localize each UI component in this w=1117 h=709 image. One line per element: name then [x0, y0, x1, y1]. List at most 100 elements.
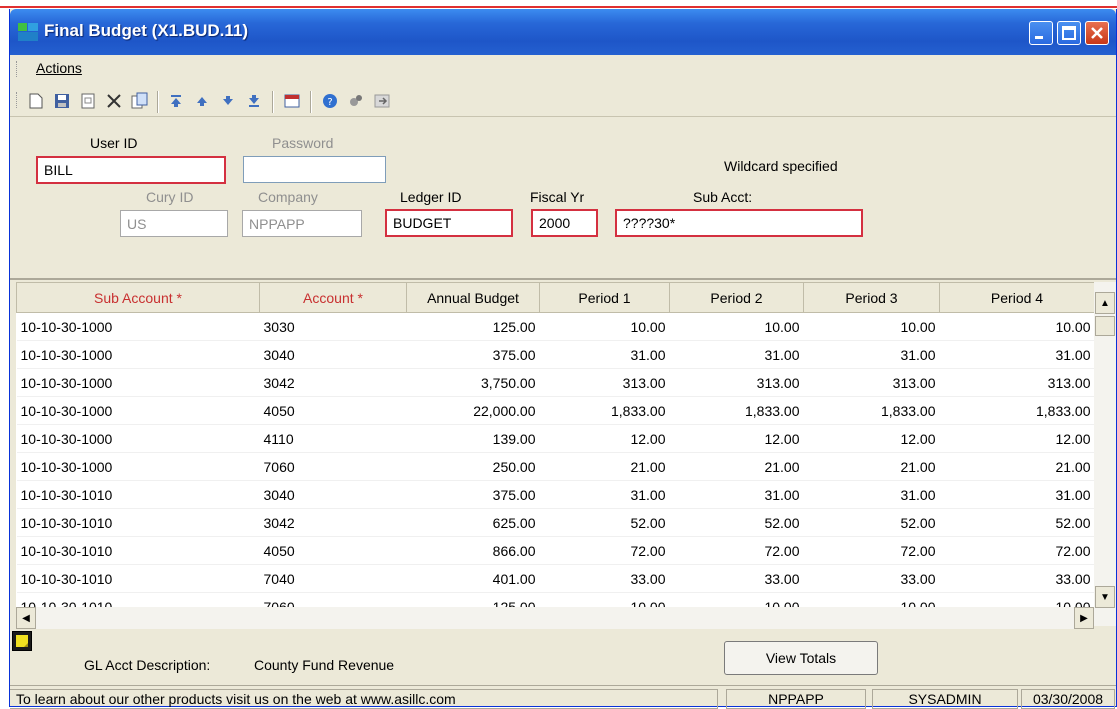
table-cell[interactable]: 3042: [259, 508, 407, 537]
table-cell[interactable]: 31.00: [669, 480, 804, 509]
table-cell[interactable]: 52.00: [803, 508, 940, 537]
table-cell[interactable]: 313.00: [939, 368, 1094, 397]
column-header[interactable]: Period 4: [939, 282, 1094, 313]
table-row[interactable]: 10-10-30-1010 4050 866.00 72.00 72.00 72.00 72…: [16, 536, 1094, 565]
table-cell[interactable]: 10-10-30-1000: [16, 340, 260, 369]
table-cell[interactable]: 375.00: [406, 480, 540, 509]
table-cell[interactable]: 10.00: [539, 312, 670, 341]
table-cell[interactable]: 33.00: [539, 564, 670, 593]
table-row[interactable]: 10-10-30-1010 7040 401.00 33.00 33.00 33.00 33…: [16, 564, 1094, 593]
table-cell[interactable]: 3040: [259, 340, 407, 369]
table-cell[interactable]: 4050: [259, 396, 407, 425]
scroll-left-icon[interactable]: ◀: [16, 607, 36, 629]
table-cell[interactable]: 33.00: [803, 564, 940, 593]
table-cell[interactable]: 22,000.00: [406, 396, 540, 425]
table-row[interactable]: 10-10-30-1000 3030 125.00 10.00 10.00 10.00 10…: [16, 312, 1094, 341]
table-cell[interactable]: 4110: [259, 424, 407, 453]
table-cell[interactable]: 1,833.00: [939, 396, 1094, 425]
table-cell[interactable]: 72.00: [803, 536, 940, 565]
next-record-icon[interactable]: [218, 91, 238, 111]
table-cell[interactable]: 10-10-30-1000: [16, 312, 260, 341]
column-header[interactable]: Period 3: [803, 282, 940, 313]
previous-record-icon[interactable]: [192, 91, 212, 111]
table-cell[interactable]: 3040: [259, 480, 407, 509]
table-cell[interactable]: 10.00: [669, 312, 804, 341]
table-cell[interactable]: 72.00: [539, 536, 670, 565]
close-button[interactable]: [1085, 21, 1109, 45]
table-row[interactable]: 10-10-30-1000 4110 139.00 12.00 12.00 12.00 12…: [16, 424, 1094, 453]
table-row[interactable]: 10-10-30-1000 7060 250.00 21.00 21.00 21.00 21…: [16, 452, 1094, 481]
table-cell[interactable]: 313.00: [539, 368, 670, 397]
table-cell[interactable]: 21.00: [669, 452, 804, 481]
table-cell[interactable]: 139.00: [406, 424, 540, 453]
view-totals-button[interactable]: View Totals: [724, 641, 878, 675]
column-header[interactable]: Period 1: [539, 282, 670, 313]
table-cell[interactable]: 12.00: [939, 424, 1094, 453]
table-cell[interactable]: 31.00: [939, 480, 1094, 509]
scroll-right-icon[interactable]: ▶: [1074, 607, 1094, 629]
table-cell[interactable]: 10-10-30-1000: [16, 452, 260, 481]
table-cell[interactable]: 3,750.00: [406, 368, 540, 397]
table-cell[interactable]: 52.00: [539, 508, 670, 537]
table-cell[interactable]: 33.00: [669, 564, 804, 593]
first-record-icon[interactable]: [166, 91, 186, 111]
table-cell[interactable]: 10-10-30-1010: [16, 508, 260, 537]
table-row[interactable]: 10-10-30-1000 3040 375.00 31.00 31.00 31.00 31…: [16, 340, 1094, 369]
table-cell[interactable]: 31.00: [539, 340, 670, 369]
table-cell[interactable]: 21.00: [803, 452, 940, 481]
table-cell[interactable]: 10.00: [803, 312, 940, 341]
table-cell[interactable]: 31.00: [803, 480, 940, 509]
cury-id-field[interactable]: [120, 210, 228, 237]
table-cell[interactable]: 3042: [259, 368, 407, 397]
new-icon[interactable]: [26, 91, 46, 111]
table-cell[interactable]: 10-10-30-1010: [16, 480, 260, 509]
table-cell[interactable]: 10.00: [939, 312, 1094, 341]
table-cell[interactable]: 72.00: [939, 536, 1094, 565]
table-cell[interactable]: 10-10-30-1010: [16, 564, 260, 593]
table-cell[interactable]: 625.00: [406, 508, 540, 537]
table-cell[interactable]: 21.00: [539, 452, 670, 481]
table-cell[interactable]: 375.00: [406, 340, 540, 369]
fiscal-yr-field[interactable]: [531, 209, 598, 237]
table-cell[interactable]: 3030: [259, 312, 407, 341]
user-id-field[interactable]: [36, 156, 226, 184]
table-cell[interactable]: 866.00: [406, 536, 540, 565]
table-cell[interactable]: 250.00: [406, 452, 540, 481]
company-field[interactable]: [242, 210, 362, 237]
menu-actions[interactable]: Actions: [36, 60, 82, 76]
ledger-id-field[interactable]: [385, 209, 513, 237]
title-bar[interactable]: Final Budget (X1.BUD.11): [10, 9, 1116, 55]
table-cell[interactable]: 21.00: [939, 452, 1094, 481]
maximize-button[interactable]: [1057, 21, 1081, 45]
table-row[interactable]: 10-10-30-1000 4050 22,000.00 1,833.00 1,833.…: [16, 396, 1094, 425]
scroll-down-icon[interactable]: ▼: [1095, 586, 1115, 608]
horizontal-scrollbar[interactable]: ◀ ▶: [16, 607, 1094, 629]
table-row[interactable]: 10-10-30-1000 3042 3,750.00 313.00 313.00 313…: [16, 368, 1094, 397]
table-cell[interactable]: 12.00: [539, 424, 670, 453]
table-cell[interactable]: 12.00: [803, 424, 940, 453]
table-cell[interactable]: 1,833.00: [669, 396, 804, 425]
table-cell[interactable]: 1,833.00: [803, 396, 940, 425]
table-cell[interactable]: 31.00: [539, 480, 670, 509]
table-cell[interactable]: 313.00: [669, 368, 804, 397]
table-cell[interactable]: 125.00: [406, 312, 540, 341]
copy-icon[interactable]: [130, 91, 150, 111]
table-cell[interactable]: 12.00: [669, 424, 804, 453]
table-cell[interactable]: 10-10-30-1000: [16, 368, 260, 397]
table-cell[interactable]: 1,833.00: [539, 396, 670, 425]
table-cell[interactable]: 31.00: [803, 340, 940, 369]
table-cell[interactable]: 33.00: [939, 564, 1094, 593]
table-cell[interactable]: 10-10-30-1000: [16, 424, 260, 453]
properties-icon[interactable]: [78, 91, 98, 111]
column-header[interactable]: Account *: [259, 282, 407, 313]
exit-icon[interactable]: [372, 91, 392, 111]
delete-icon[interactable]: [104, 91, 124, 111]
table-cell[interactable]: 7060: [259, 452, 407, 481]
minimize-button[interactable]: [1029, 21, 1053, 45]
column-header[interactable]: Sub Account *: [16, 282, 260, 313]
note-icon[interactable]: [12, 631, 32, 651]
help-icon[interactable]: ?: [320, 91, 340, 111]
notes-icon[interactable]: [282, 91, 302, 111]
table-cell[interactable]: 7040: [259, 564, 407, 593]
table-cell[interactable]: 4050: [259, 536, 407, 565]
